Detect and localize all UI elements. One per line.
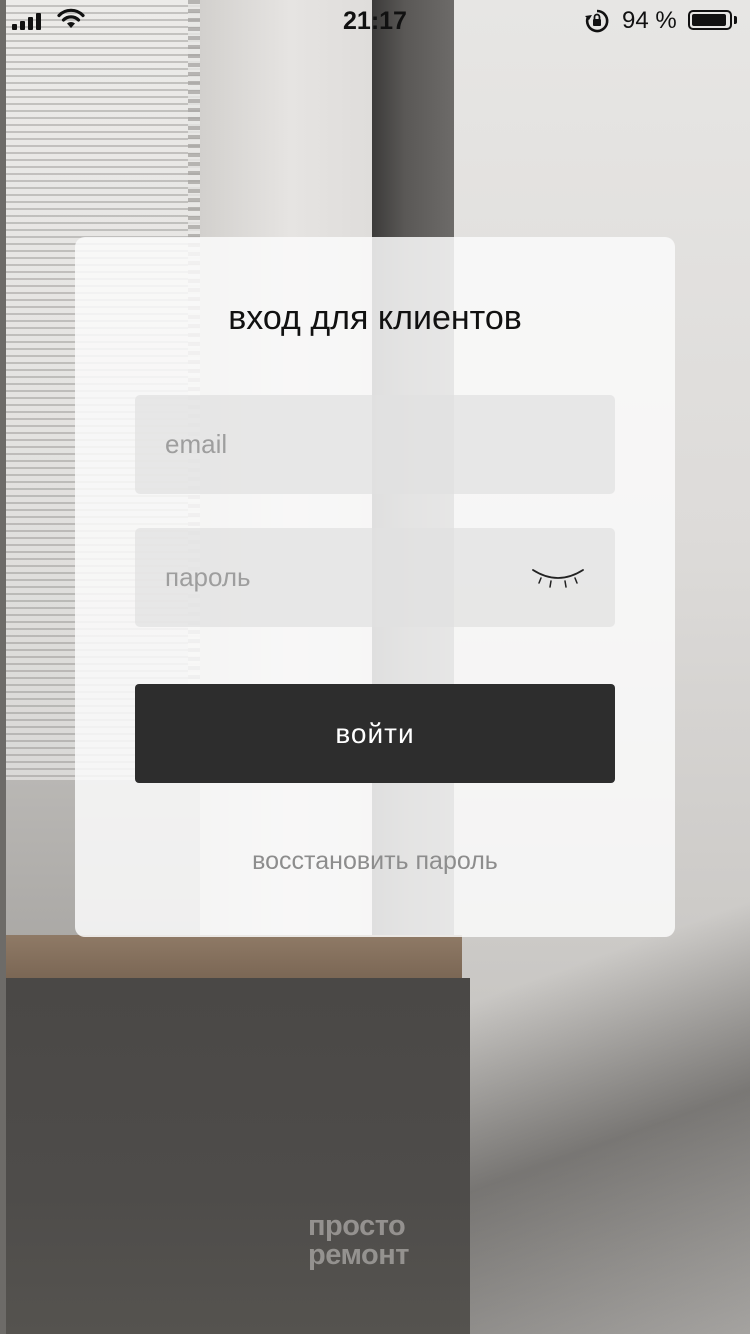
- rotation-lock-icon: [585, 9, 609, 33]
- background-shadow: [454, 900, 750, 1334]
- background-edge: [0, 0, 6, 1334]
- battery-icon: [688, 10, 732, 30]
- brand-logo-line1: просто: [308, 1210, 406, 1242]
- email-input[interactable]: [135, 395, 615, 494]
- brand-logo: просто ремонт: [308, 1212, 409, 1270]
- battery-percent: 94 %: [622, 7, 677, 34]
- background-window-sill: [0, 935, 462, 980]
- login-title: вход для клиентов: [228, 299, 522, 337]
- status-bar: 21:17 94 %: [0, 0, 750, 40]
- eye-closed-icon[interactable]: [531, 566, 585, 592]
- battery-cap: [734, 16, 737, 24]
- brand-logo-line2: ремонт: [308, 1239, 409, 1271]
- restore-password-link[interactable]: восстановить пароль: [75, 847, 675, 876]
- login-button[interactable]: войти: [135, 684, 615, 783]
- email-field[interactable]: [135, 395, 615, 494]
- login-card: вход для клиентов войти восстановить пар…: [75, 237, 675, 937]
- login-screen: 21:17 94 % вход для клиентов email войти…: [0, 0, 750, 1334]
- background-floor: [0, 978, 470, 1334]
- battery-fill: [692, 14, 726, 26]
- password-field[interactable]: [135, 528, 615, 627]
